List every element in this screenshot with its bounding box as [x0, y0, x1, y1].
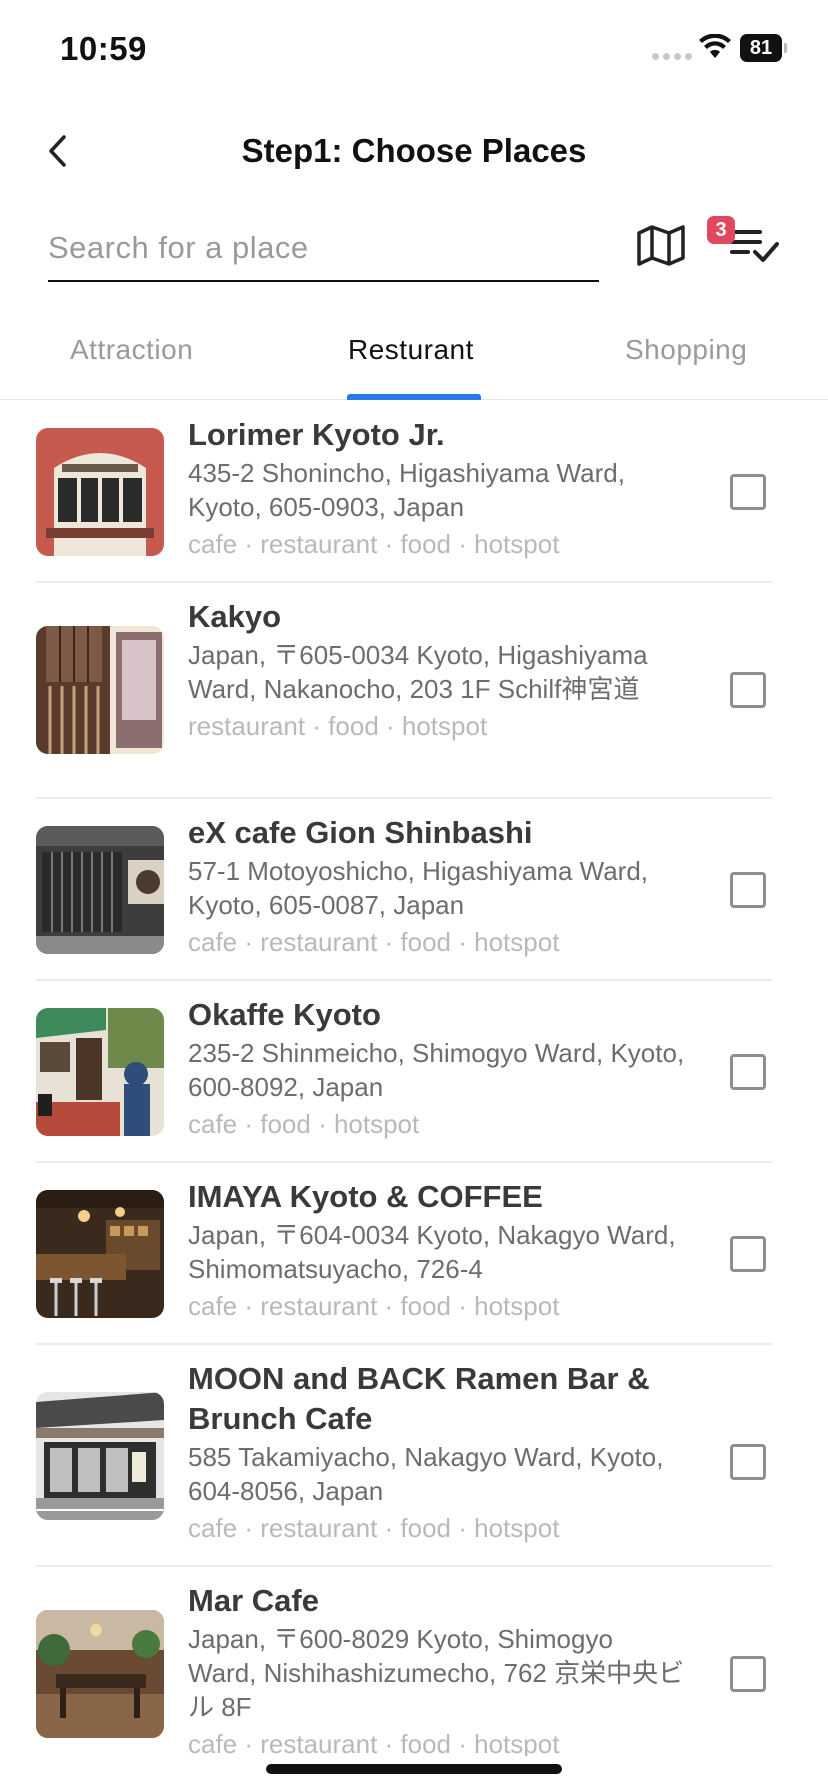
place-address: 585 Takamiyacho, Nakagyo Ward, Kyoto, 60…: [188, 1442, 664, 1506]
list-item[interactable]: MOON and BACK Ramen Bar & Brunch Cafe 58…: [36, 1345, 772, 1567]
map-icon[interactable]: [636, 224, 686, 266]
place-tags: cafe · food · hotspot: [188, 1109, 420, 1139]
wifi-icon: [699, 34, 731, 58]
category-tabs: Attraction Resturant Shopping: [0, 320, 828, 400]
search-field[interactable]: [48, 218, 599, 282]
place-tags: cafe · restaurant · food · hotspot: [188, 1729, 560, 1756]
place-checkbox[interactable]: [730, 872, 766, 908]
place-address: Japan, 〒605-0034 Kyoto, Higashiyama Ward…: [188, 640, 648, 704]
place-thumbnail: [36, 826, 164, 954]
list-item[interactable]: Lorimer Kyoto Jr. 435-2 Shonincho, Higas…: [36, 401, 772, 583]
place-address: 235-2 Shinmeicho, Shimogyo Ward, Kyoto, …: [188, 1038, 685, 1102]
place-list[interactable]: Lorimer Kyoto Jr. 435-2 Shonincho, Higas…: [0, 401, 828, 1756]
place-thumbnail: [36, 626, 164, 754]
cellular-signal-icon: [652, 53, 692, 60]
page-title: Step1: Choose Places: [241, 132, 587, 169]
place-address: Japan, 〒604-0034 Kyoto, Nakagyo Ward, Sh…: [188, 1220, 676, 1284]
list-item[interactable]: IMAYA Kyoto & COFFEE Japan, 〒604-0034 Ky…: [36, 1163, 772, 1345]
place-checkbox[interactable]: [730, 1656, 766, 1692]
status-bar: 10:59 81: [0, 0, 828, 100]
place-tags: cafe · restaurant · food · hotspot: [188, 529, 560, 559]
battery-icon: 81: [740, 34, 788, 62]
list-item[interactable]: eX cafe Gion Shinbashi 57-1 Motoyoshicho…: [36, 799, 772, 981]
status-time: 10:59: [60, 30, 147, 67]
place-tags: cafe · restaurant · food · hotspot: [188, 1291, 560, 1321]
place-tags: restaurant · food · hotspot: [188, 711, 488, 741]
tab-attraction[interactable]: Attraction: [70, 334, 193, 366]
place-checkbox[interactable]: [730, 474, 766, 510]
place-checkbox[interactable]: [730, 1444, 766, 1480]
place-thumbnail: [36, 1008, 164, 1136]
place-thumbnail: [36, 1610, 164, 1738]
place-tags: cafe · restaurant · food · hotspot: [188, 927, 560, 957]
place-name: Okaffe Kyoto: [188, 997, 381, 1032]
place-thumbnail: [36, 1392, 164, 1520]
place-name: IMAYA Kyoto & COFFEE: [188, 1179, 543, 1214]
place-thumbnail: [36, 428, 164, 556]
search-input[interactable]: [48, 222, 599, 274]
place-address: 435-2 Shonincho, Higashiyama Ward, Kyoto…: [188, 458, 625, 522]
place-checkbox[interactable]: [730, 1054, 766, 1090]
selected-count-badge: 3: [707, 216, 735, 244]
place-checkbox[interactable]: [730, 672, 766, 708]
active-tab-indicator: [347, 394, 481, 400]
tab-resturant[interactable]: Resturant: [348, 334, 474, 366]
place-thumbnail: [36, 1190, 164, 1318]
place-name: MOON and BACK Ramen Bar & Brunch Cafe: [188, 1361, 650, 1436]
place-name: Lorimer Kyoto Jr.: [188, 417, 445, 452]
place-address: 57-1 Motoyoshicho, Higashiyama Ward, Kyo…: [188, 856, 649, 920]
tab-shopping[interactable]: Shopping: [625, 334, 747, 366]
place-name: Kakyo: [188, 599, 282, 634]
place-name: eX cafe Gion Shinbashi: [188, 815, 533, 850]
place-checkbox[interactable]: [730, 1236, 766, 1272]
list-item[interactable]: Kakyo Japan, 〒605-0034 Kyoto, Higashiyam…: [36, 583, 772, 799]
place-name: Mar Cafe: [188, 1583, 319, 1618]
place-address: Japan, 〒600-8029 Kyoto, Shimogyo Ward, N…: [188, 1624, 685, 1722]
home-indicator: [266, 1764, 562, 1774]
battery-level: 81: [740, 34, 782, 62]
list-item[interactable]: Okaffe Kyoto 235-2 Shinmeicho, Shimogyo …: [36, 981, 772, 1163]
list-item[interactable]: Mar Cafe Japan, 〒600-8029 Kyoto, Shimogy…: [36, 1567, 772, 1756]
place-tags: cafe · restaurant · food · hotspot: [188, 1513, 560, 1543]
